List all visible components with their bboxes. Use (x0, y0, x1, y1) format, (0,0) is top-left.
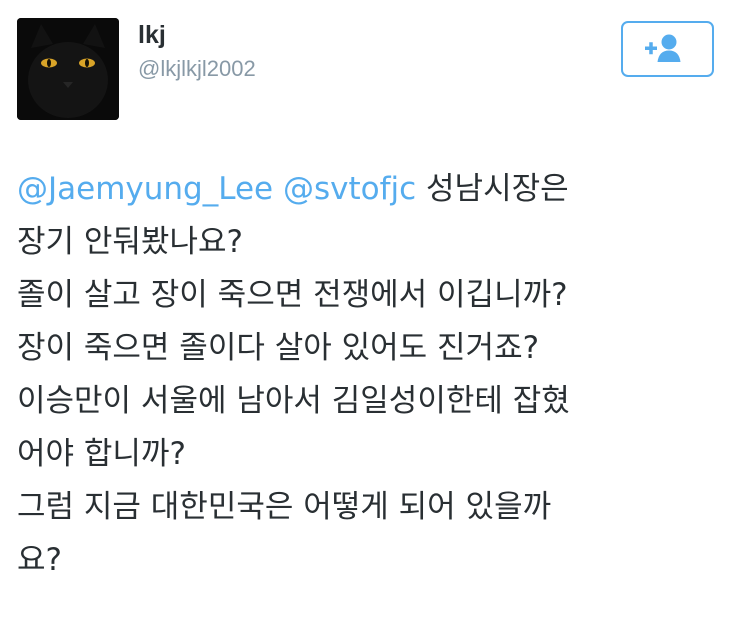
tweet-text: @Jaemyung_Lee @svtofjc 성남시장은 장기 안둬봤나요? 졸… (17, 163, 732, 587)
tweet-line: @Jaemyung_Lee @svtofjc 성남시장은 (17, 163, 732, 216)
user-handle[interactable]: @lkjlkjl2002 (138, 55, 256, 83)
tweet-line: 졸이 살고 장이 죽으면 전쟁에서 이깁니까? (17, 277, 568, 313)
display-name[interactable]: lkj (138, 20, 166, 50)
follow-icon (645, 34, 681, 62)
black-cat-avatar-icon (17, 18, 119, 120)
tweet-line: 요? (17, 542, 62, 578)
follow-button[interactable] (621, 21, 714, 77)
tweet-text-segment: 성남시장은 (426, 171, 569, 207)
tweet-line: 장기 안둬봤나요? (17, 224, 243, 260)
tweet-line: 장이 죽으면 졸이다 살아 있어도 진거죠? (17, 330, 540, 366)
mention-link[interactable]: @Jaemyung_Lee (17, 171, 273, 207)
tweet-line: 어야 합니까? (17, 436, 186, 472)
tweet-line: 그럼 지금 대한민국은 어떻게 되어 있을까 (17, 489, 552, 525)
mention-link[interactable]: @svtofjc (283, 171, 416, 207)
avatar[interactable] (17, 18, 119, 120)
tweet-line: 이승만이 서울에 남아서 김일성이한테 잡혔 (17, 383, 570, 419)
